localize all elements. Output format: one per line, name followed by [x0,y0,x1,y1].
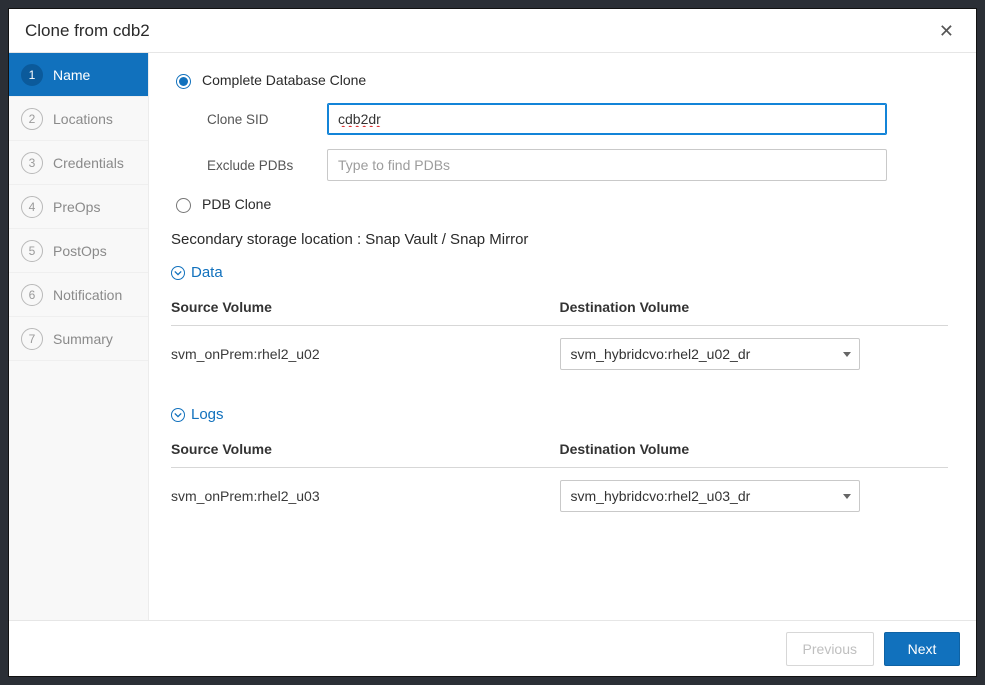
chevron-down-icon [171,408,185,422]
previous-button: Previous [786,632,874,666]
table-row: svm_onPrem:rhel2_u02 svm_hybridcvo:rhel2… [171,326,948,378]
clone-sid-input[interactable] [327,103,887,135]
source-volume-value: svm_onPrem:rhel2_u03 [171,488,560,504]
logs-volume-table: Source Volume Destination Volume svm_onP… [171,431,948,520]
step-locations[interactable]: 2 Locations [9,97,148,141]
step-number: 7 [21,328,43,350]
exclude-pdbs-label: Exclude PDBs [207,158,307,173]
radio-pdb-label: PDB Clone [202,196,271,212]
step-credentials[interactable]: 3 Credentials [9,141,148,185]
step-number: 1 [21,64,43,86]
chevron-down-icon [171,266,185,280]
section-data-title: Data [191,264,223,281]
destination-volume-value: svm_hybridcvo:rhel2_u02_dr [571,346,751,362]
step-number: 6 [21,284,43,306]
radio-pdb-input[interactable] [176,198,191,213]
step-notification[interactable]: 6 Notification [9,273,148,317]
step-label: Credentials [53,155,124,171]
caret-down-icon [843,352,851,357]
section-toggle-data[interactable]: Data [171,264,948,281]
step-label: Locations [53,111,113,127]
step-label: PreOps [53,199,100,215]
col-header-destination: Destination Volume [560,441,949,457]
secondary-storage-title: Secondary storage location : Snap Vault … [171,231,948,248]
step-label: Name [53,67,90,83]
wizard-steps: 1 Name 2 Locations 3 Credentials 4 PreOp… [9,53,149,620]
caret-down-icon [843,494,851,499]
step-label: Notification [53,287,122,303]
clone-dialog: Clone from cdb2 ✕ 1 Name 2 Locations 3 C… [8,8,977,677]
step-summary[interactable]: 7 Summary [9,317,148,361]
field-clone-sid: Clone SID [207,103,948,135]
destination-volume-select[interactable]: svm_hybridcvo:rhel2_u02_dr [560,338,860,370]
data-volume-table: Source Volume Destination Volume svm_onP… [171,289,948,378]
step-name[interactable]: 1 Name [9,53,148,97]
destination-volume-select[interactable]: svm_hybridcvo:rhel2_u03_dr [560,480,860,512]
radio-complete-input[interactable] [176,74,191,89]
dialog-body: 1 Name 2 Locations 3 Credentials 4 PreOp… [9,53,976,620]
col-header-source: Source Volume [171,299,560,315]
step-number: 3 [21,152,43,174]
col-header-source: Source Volume [171,441,560,457]
section-toggle-logs[interactable]: Logs [171,406,948,423]
col-header-destination: Destination Volume [560,299,949,315]
step-label: PostOps [53,243,107,259]
clone-sid-label: Clone SID [207,112,307,127]
step-number: 2 [21,108,43,130]
step-number: 5 [21,240,43,262]
step-postops[interactable]: 5 PostOps [9,229,148,273]
step-preops[interactable]: 4 PreOps [9,185,148,229]
source-volume-value: svm_onPrem:rhel2_u02 [171,346,560,362]
field-exclude-pdbs: Exclude PDBs [207,149,948,181]
dialog-title: Clone from cdb2 [25,21,150,41]
dialog-header: Clone from cdb2 ✕ [9,9,976,53]
section-logs-title: Logs [191,406,224,423]
next-button[interactable]: Next [884,632,960,666]
destination-volume-value: svm_hybridcvo:rhel2_u03_dr [571,488,751,504]
radio-complete-label: Complete Database Clone [202,72,366,88]
step-number: 4 [21,196,43,218]
step-content: Complete Database Clone Clone SID Exclud… [149,53,976,620]
radio-pdb-clone[interactable]: PDB Clone [171,195,948,213]
close-icon[interactable]: ✕ [933,20,960,42]
radio-complete-clone[interactable]: Complete Database Clone [171,71,948,89]
dialog-footer: Previous Next [9,620,976,676]
table-row: svm_onPrem:rhel2_u03 svm_hybridcvo:rhel2… [171,468,948,520]
exclude-pdbs-input[interactable] [327,149,887,181]
step-label: Summary [53,331,113,347]
